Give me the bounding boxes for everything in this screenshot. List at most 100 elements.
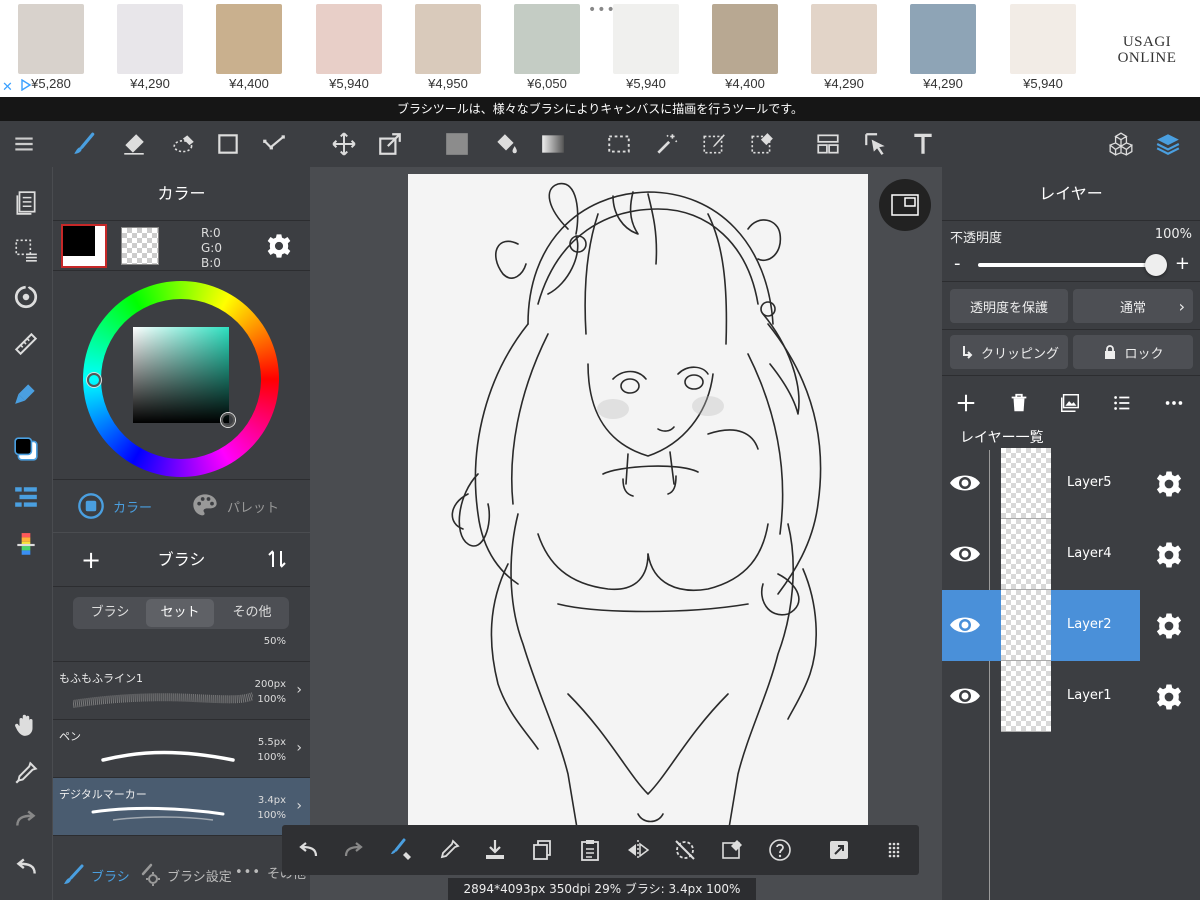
trash-icon[interactable]	[1005, 389, 1033, 417]
ad-product[interactable]: ¥6,050	[514, 4, 580, 91]
saturation-value-box[interactable]	[133, 327, 229, 423]
gear-icon[interactable]	[1154, 682, 1184, 712]
redo-icon[interactable]	[10, 803, 42, 835]
flip-horizontal-icon[interactable]	[624, 836, 652, 864]
ad-product[interactable]: ¥5,940	[613, 4, 679, 91]
grid-menu-icon[interactable]	[880, 836, 908, 864]
sort-icon[interactable]	[265, 547, 289, 571]
edit-tool-icon[interactable]	[258, 128, 290, 160]
redo-icon[interactable]	[340, 836, 368, 864]
selection-layer-icon[interactable]	[10, 234, 42, 266]
add-layer-icon[interactable]	[952, 389, 980, 417]
layer-list-icon[interactable]	[1108, 389, 1136, 417]
ad-choices-icon[interactable]	[20, 79, 32, 91]
select-tool-icon[interactable]	[603, 128, 635, 160]
tab-brush-settings[interactable]: ブラシ設定	[137, 863, 232, 887]
eye-icon[interactable]	[948, 681, 982, 711]
lasso-fill-icon[interactable]	[168, 128, 200, 160]
gradient-tool-icon[interactable]	[537, 128, 569, 160]
sv-picker-handle[interactable]	[221, 413, 235, 427]
layer-row[interactable]: Layer4	[942, 519, 1200, 590]
menu-icon[interactable]	[8, 128, 40, 160]
navigator-button[interactable]	[879, 179, 931, 231]
secondary-color-swatch[interactable]	[121, 227, 159, 265]
document-icon[interactable]	[10, 187, 42, 219]
operation-tool-icon[interactable]	[860, 128, 892, 160]
hand-tool-icon[interactable]	[10, 709, 42, 741]
tab-brush[interactable]: ブラシ	[61, 863, 130, 887]
fullscreen-icon[interactable]	[825, 836, 853, 864]
text-tool-icon[interactable]	[907, 128, 939, 160]
opacity-slider[interactable]	[978, 254, 1167, 276]
bucket-tool-icon[interactable]	[490, 128, 522, 160]
magic-wand-icon[interactable]	[651, 128, 683, 160]
paste-icon[interactable]	[576, 836, 604, 864]
eye-icon[interactable]	[948, 468, 982, 498]
more-options-icon[interactable]	[1160, 389, 1188, 417]
select-eraser-icon[interactable]	[746, 128, 778, 160]
clipping-button[interactable]: クリッピング	[950, 335, 1068, 369]
pen-tool-icon[interactable]	[10, 377, 42, 409]
select-pen-icon[interactable]	[698, 128, 730, 160]
layer-row-selected[interactable]: Layer2	[942, 590, 1200, 661]
ad-close-icon[interactable]: ✕	[2, 80, 13, 95]
transform-tool-icon[interactable]	[374, 128, 406, 160]
brush-tool-icon[interactable]	[68, 128, 100, 160]
canvas-area[interactable]	[311, 167, 941, 900]
protect-alpha-button[interactable]: 透明度を保護	[950, 289, 1068, 323]
segment-brush[interactable]: ブラシ	[75, 599, 145, 627]
materials-icon[interactable]	[1105, 128, 1137, 160]
chevron-right-icon[interactable]: ›	[296, 798, 302, 814]
hue-picker-handle[interactable]	[87, 373, 101, 387]
ad-product[interactable]: ¥4,290	[910, 4, 976, 91]
brush-item-partial[interactable]: 50%	[53, 637, 310, 662]
lock-button[interactable]: ロック	[1073, 335, 1193, 369]
ad-product[interactable]: ¥5,940	[316, 4, 382, 91]
tab-color[interactable]: カラー	[77, 492, 152, 520]
primary-color-swatch[interactable]	[61, 224, 107, 268]
ruler-icon[interactable]	[10, 328, 42, 360]
undo-icon[interactable]	[294, 836, 322, 864]
fill-color-icon[interactable]	[441, 128, 473, 160]
add-brush-button[interactable]: +	[81, 546, 101, 574]
gear-icon[interactable]	[1154, 540, 1184, 570]
segment-other[interactable]: その他	[217, 599, 287, 627]
blend-mode-button[interactable]: 通常 ›	[1073, 289, 1193, 323]
brush-eraser-toggle-icon[interactable]	[388, 836, 416, 864]
image-layer-icon[interactable]	[1056, 389, 1084, 417]
layers-toggle-icon[interactable]	[1152, 128, 1184, 160]
gear-icon[interactable]	[1154, 469, 1184, 499]
undo-icon[interactable]	[10, 851, 42, 883]
gear-icon[interactable]	[265, 232, 293, 260]
chevron-right-icon[interactable]: ›	[296, 682, 302, 698]
opacity-decrease-button[interactable]: -	[954, 253, 961, 274]
shape-tool-icon[interactable]	[212, 128, 244, 160]
eye-icon[interactable]	[948, 610, 982, 640]
brush-item-selected[interactable]: デジタルマーカー 3.4px 100% ›	[53, 778, 310, 836]
ad-product[interactable]: ¥4,290	[811, 4, 877, 91]
ad-banner[interactable]: ¥5,280 ¥4,290 ¥4,400 ¥5,940 ¥4,950 ¥6,05…	[0, 0, 1200, 97]
ad-product[interactable]: ¥5,280	[18, 4, 84, 91]
help-icon[interactable]	[766, 836, 794, 864]
copy-icon[interactable]	[528, 836, 556, 864]
tab-palette[interactable]: パレット	[191, 492, 279, 520]
save-download-icon[interactable]	[481, 836, 509, 864]
ad-product[interactable]: ¥4,290	[117, 4, 183, 91]
more-dots-icon[interactable]: •••	[588, 2, 616, 18]
layer-row[interactable]: Layer1	[942, 661, 1200, 732]
segment-set[interactable]: セット	[146, 599, 214, 627]
layer-row[interactable]: Layer5	[942, 448, 1200, 519]
snap-off-icon[interactable]	[671, 836, 699, 864]
brush-item[interactable]: もふもふライン1 200px 100% ›	[53, 662, 310, 720]
move-tool-icon[interactable]	[328, 128, 360, 160]
ad-product[interactable]: ¥4,400	[712, 4, 778, 91]
eraser-tool-icon[interactable]	[118, 128, 150, 160]
brush-item[interactable]: ペン 5.5px 100% ›	[53, 720, 310, 778]
gear-icon[interactable]	[1154, 611, 1184, 641]
rotate-canvas-icon[interactable]	[10, 281, 42, 313]
select-clear-icon[interactable]	[718, 836, 746, 864]
chevron-right-icon[interactable]: ›	[296, 740, 302, 756]
brush-list-icon[interactable]	[10, 481, 42, 513]
opacity-slider-handle[interactable]	[1145, 254, 1167, 276]
ad-product[interactable]: ¥4,950	[415, 4, 481, 91]
